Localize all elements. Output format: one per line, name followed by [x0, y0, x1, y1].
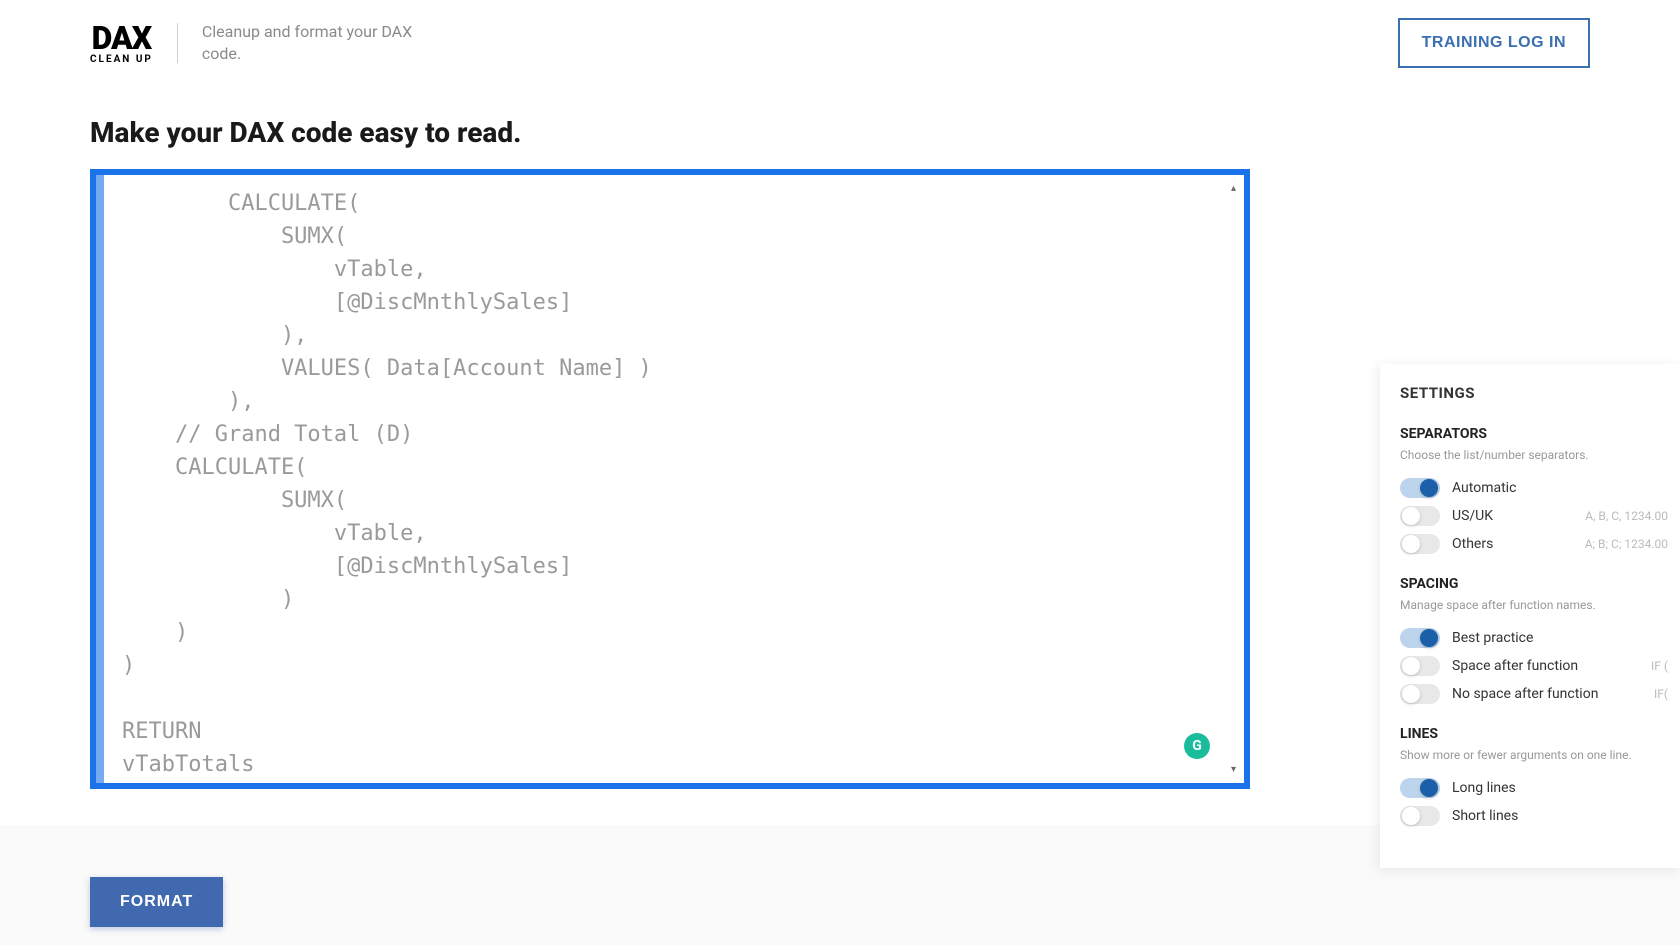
- toggle-switch[interactable]: [1400, 656, 1440, 676]
- lines-section: LINES Show more or fewer arguments on on…: [1400, 726, 1680, 830]
- toggle-label: US/UK: [1452, 508, 1493, 524]
- toggle-space-after[interactable]: Space after function IF (: [1400, 652, 1680, 680]
- toggle-label: Best practice: [1452, 630, 1533, 646]
- spacing-title: SPACING: [1400, 576, 1680, 592]
- toggle-switch[interactable]: [1400, 506, 1440, 526]
- toggle-automatic[interactable]: Automatic: [1400, 474, 1680, 502]
- settings-title: SETTINGS: [1400, 384, 1680, 402]
- toggle-long-lines[interactable]: Long lines: [1400, 774, 1680, 802]
- toggle-switch[interactable]: [1400, 534, 1440, 554]
- toggle-label: Short lines: [1452, 808, 1518, 824]
- logo-sub-text: CLEAN UP: [90, 54, 153, 65]
- toggle-no-space-after[interactable]: No space after function IF(: [1400, 680, 1680, 708]
- header: DAX CLEAN UP Cleanup and format your DAX…: [0, 0, 1680, 86]
- toggle-switch[interactable]: [1400, 684, 1440, 704]
- training-login-button[interactable]: TRAINING LOG IN: [1398, 18, 1590, 68]
- toggle-label: No space after function: [1452, 686, 1598, 702]
- separators-section: SEPARATORS Choose the list/number separa…: [1400, 426, 1680, 558]
- toggle-label: Others: [1452, 536, 1493, 552]
- toggle-hint: IF(: [1654, 687, 1668, 701]
- logo[interactable]: DAX CLEAN UP: [90, 22, 153, 65]
- header-left: DAX CLEAN UP Cleanup and format your DAX…: [90, 21, 442, 66]
- toggle-best-practice[interactable]: Best practice: [1400, 624, 1680, 652]
- toggle-switch[interactable]: [1400, 628, 1440, 648]
- editor-content[interactable]: CALCULATE( SUMX( vTable, [@DiscMnthlySal…: [104, 175, 1244, 783]
- settings-panel: SETTINGS SEPARATORS Choose the list/numb…: [1380, 364, 1680, 868]
- toggle-label: Space after function: [1452, 658, 1578, 674]
- toggle-hint: A, B, C, 1234.00: [1585, 509, 1668, 523]
- logo-main-text: DAX: [92, 22, 152, 54]
- page-title: Make your DAX code easy to read.: [0, 86, 1680, 169]
- toggle-switch[interactable]: [1400, 478, 1440, 498]
- toggle-switch[interactable]: [1400, 806, 1440, 826]
- spacing-section: SPACING Manage space after function name…: [1400, 576, 1680, 708]
- toggle-switch[interactable]: [1400, 778, 1440, 798]
- main-area: CALCULATE( SUMX( vTable, [@DiscMnthlySal…: [0, 169, 1680, 789]
- lines-desc: Show more or fewer arguments on one line…: [1400, 748, 1680, 762]
- spacing-desc: Manage space after function names.: [1400, 598, 1680, 612]
- toggle-label: Automatic: [1452, 480, 1516, 496]
- footer: FORMAT: [90, 877, 223, 927]
- toggle-short-lines[interactable]: Short lines: [1400, 802, 1680, 830]
- format-button[interactable]: FORMAT: [90, 877, 223, 927]
- code-editor[interactable]: CALCULATE( SUMX( vTable, [@DiscMnthlySal…: [90, 169, 1250, 789]
- toggle-label: Long lines: [1452, 780, 1516, 796]
- grammarly-status-badge[interactable]: G: [1184, 733, 1210, 759]
- separators-title: SEPARATORS: [1400, 426, 1680, 442]
- header-divider: [177, 23, 178, 63]
- editor-gutter: [96, 175, 104, 783]
- toggle-usuk[interactable]: US/UK A, B, C, 1234.00: [1400, 502, 1680, 530]
- tagline: Cleanup and format your DAX code.: [202, 21, 442, 66]
- toggle-others[interactable]: Others A; B; C; 1234.00: [1400, 530, 1680, 558]
- scroll-down-icon[interactable]: ▾: [1231, 764, 1236, 775]
- lines-title: LINES: [1400, 726, 1680, 742]
- separators-desc: Choose the list/number separators.: [1400, 448, 1680, 462]
- toggle-hint: IF (: [1651, 659, 1668, 673]
- toggle-hint: A; B; C; 1234.00: [1585, 537, 1668, 551]
- scroll-up-icon[interactable]: ▴: [1231, 183, 1236, 194]
